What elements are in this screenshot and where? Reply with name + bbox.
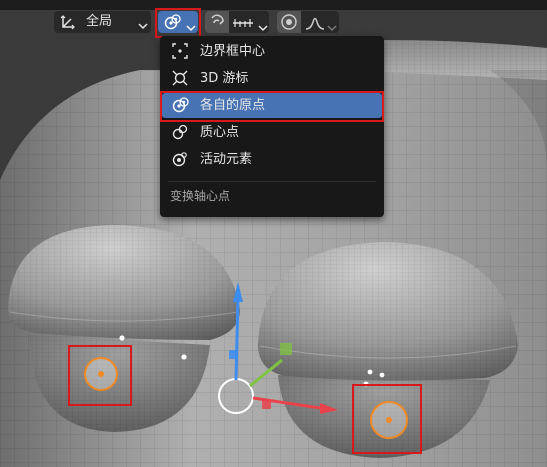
menu-item-label: 3D 游标: [200, 71, 249, 86]
proportional-editing-group[interactable]: [277, 11, 339, 33]
origin-dot[interactable]: [119, 335, 125, 341]
median-point-icon: [172, 124, 188, 149]
menu-item-3d-cursor[interactable]: 3D 游标: [162, 66, 382, 91]
z-axis-arrow: [234, 297, 240, 381]
pivot-point-menu: 边界框中心 3D 游标 各自的原点 质心点 活动元素 变换轴心点: [160, 36, 384, 217]
snap-increment-icon[interactable]: [232, 14, 254, 34]
transform-orientation-dropdown[interactable]: 全局: [54, 11, 151, 33]
menu-item-label: 质心点: [200, 125, 240, 140]
menu-divider: [168, 181, 376, 182]
viewport-header: 全局: [0, 0, 547, 38]
menu-item-label: 边界框中心: [200, 44, 266, 59]
z-plane-handle: [229, 350, 238, 359]
menu-item-active-element[interactable]: 活动元素: [162, 147, 382, 172]
menu-title: 变换轴心点: [170, 189, 231, 203]
falloff-curve-icon[interactable]: [305, 14, 325, 34]
magnet-icon[interactable]: [205, 11, 229, 33]
menu-item-median-point[interactable]: 质心点: [162, 120, 382, 145]
origin-dot[interactable]: [379, 372, 385, 378]
origin-dot[interactable]: [367, 369, 373, 375]
chevron-down-icon: [138, 17, 148, 39]
x-plane-handle: [262, 400, 271, 409]
orientation-label: 全局: [86, 14, 113, 29]
bounding-box-center-icon: [172, 43, 188, 68]
proportional-editing-icon[interactable]: [277, 11, 301, 33]
highlight-right-origin: [352, 384, 422, 454]
header-strip: [0, 0, 547, 10]
active-element-icon: [172, 151, 188, 176]
highlight-left-origin: [68, 345, 132, 406]
highlight-pivot-button: [155, 8, 201, 38]
highlight-selected-menu-item: [160, 91, 384, 122]
y-plane-handle: [280, 343, 292, 355]
chevron-down-icon[interactable]: [258, 18, 268, 37]
orientation-axes-icon: [60, 14, 76, 38]
origin-dot[interactable]: [181, 354, 187, 360]
3d-viewport[interactable]: 全局 边界框中心 3D 游标 各自的原点 质心点 活动元素 变换轴心点: [0, 0, 547, 467]
menu-item-bounding-box-center[interactable]: 边界框中心: [162, 39, 382, 64]
menu-item-label: 活动元素: [200, 152, 253, 167]
snap-toggle-group[interactable]: [205, 11, 269, 33]
chevron-down-icon[interactable]: [327, 18, 337, 37]
